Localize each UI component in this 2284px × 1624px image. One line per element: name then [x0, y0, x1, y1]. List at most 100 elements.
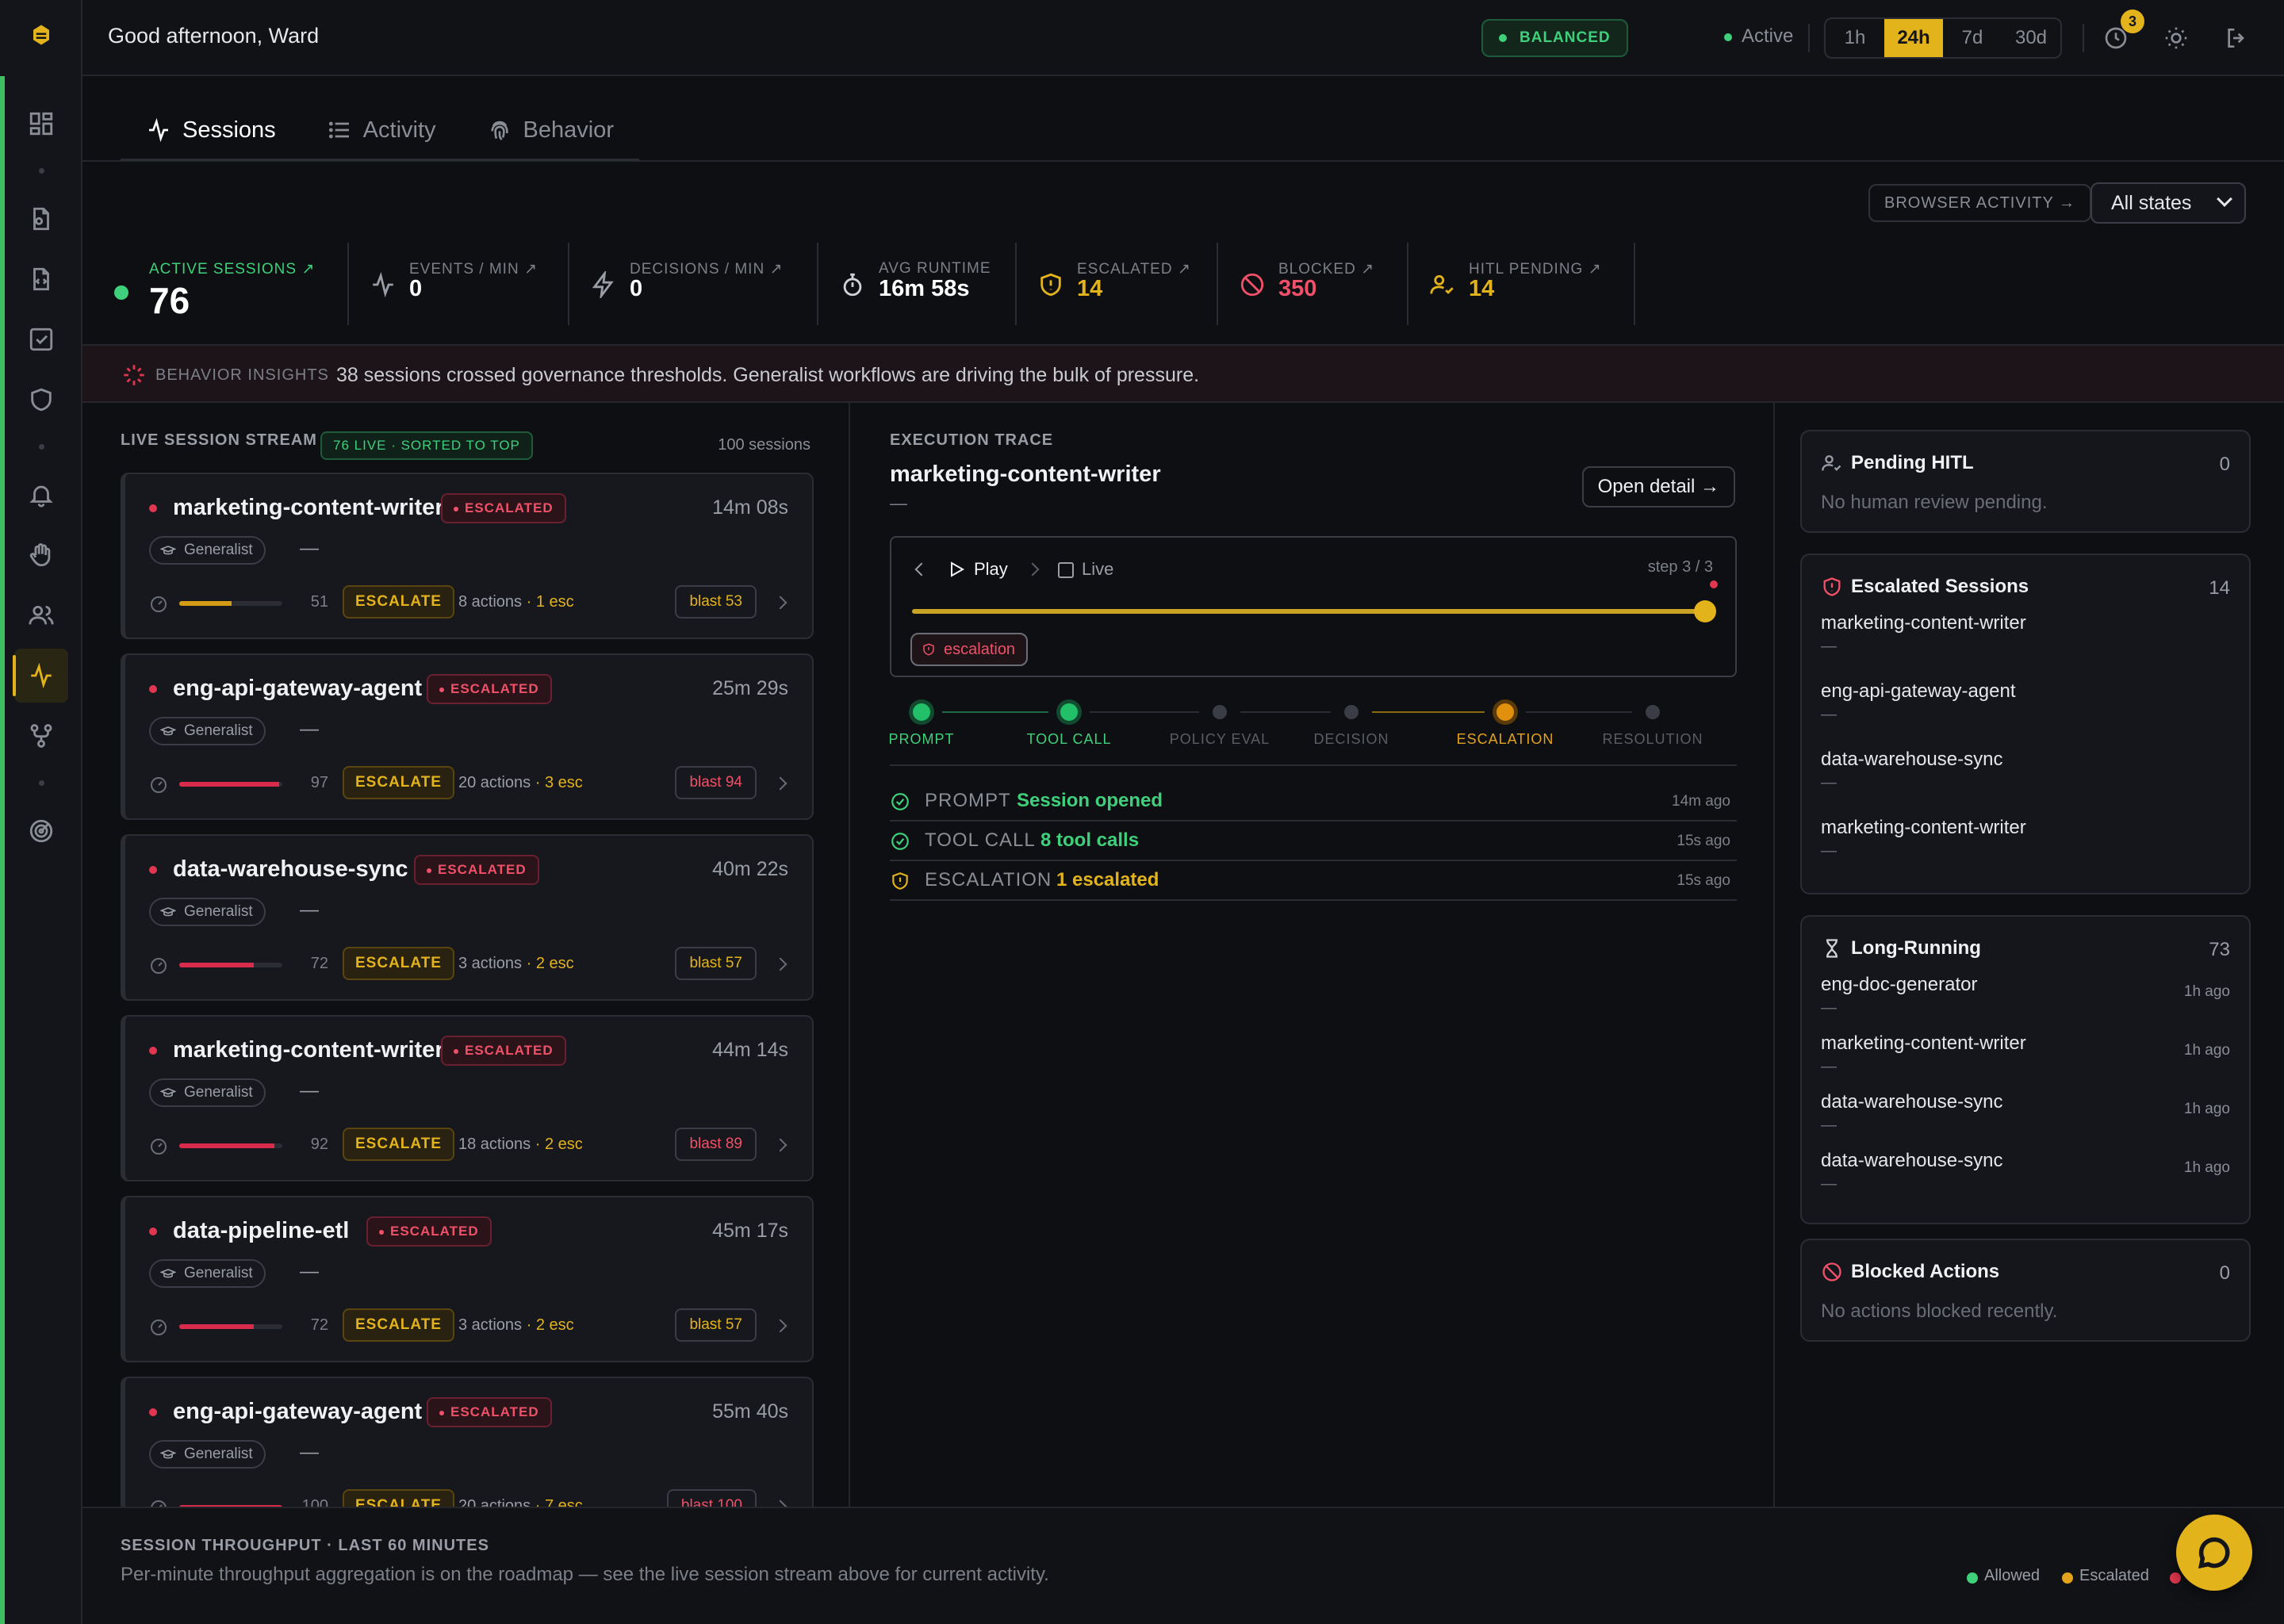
range-option-30d[interactable]: 30d	[2002, 19, 2060, 57]
chevron-right-icon[interactable]	[773, 596, 788, 610]
nav-radar-icon[interactable]	[24, 814, 59, 848]
next-step-icon[interactable]	[1025, 562, 1040, 576]
event-time: 15s ago	[1677, 833, 1730, 849]
mode-badge[interactable]: BALANCED	[1481, 19, 1628, 57]
nav-users-icon[interactable]	[24, 598, 59, 633]
chevron-right-icon[interactable]	[773, 957, 788, 971]
long-running-item[interactable]: data-warehouse-sync	[1821, 1150, 2002, 1172]
stage-node[interactable]	[1207, 699, 1232, 725]
state-filter-select[interactable]: All states	[2090, 182, 2246, 224]
nav-audit-icon[interactable]	[24, 201, 59, 236]
chip-label: escalation	[944, 641, 1016, 658]
app-logo[interactable]	[24, 17, 59, 52]
browser-activity-button[interactable]: BROWSER ACTIVITY →	[1868, 184, 2091, 222]
insights-label: BEHAVIOR INSIGHTS	[155, 366, 329, 384]
nav-workflow-icon[interactable]	[24, 718, 59, 753]
agent-type-pill: Generalist	[149, 717, 266, 745]
divider	[2083, 24, 2084, 52]
trace-event-row[interactable]: PROMPT Session opened 14m ago	[890, 782, 1737, 822]
agent-type-label: Generalist	[184, 903, 253, 920]
tab-behavior[interactable]: Behavior	[462, 102, 639, 159]
blocked-actions-card[interactable]: Blocked Actions 0 No actions blocked rec…	[1800, 1239, 2251, 1342]
escalated-session-item[interactable]: marketing-content-writer	[1821, 817, 2026, 839]
item-subtitle: —	[1821, 1175, 1837, 1193]
escalated-session-item[interactable]: eng-api-gateway-agent	[1821, 680, 2016, 703]
stage-node[interactable]	[1339, 699, 1364, 725]
stopwatch-icon	[839, 271, 866, 298]
play-button[interactable]: Play	[947, 552, 1008, 587]
nav-code-file-icon[interactable]	[24, 262, 59, 297]
stage-node[interactable]	[1640, 699, 1665, 725]
metric-active-sessions[interactable]: ACTIVE SESSIONS ↗ 76	[111, 243, 349, 325]
metric-events-per-min[interactable]: EVENTS / MIN ↗ 0	[349, 243, 569, 325]
gauge-icon	[149, 776, 168, 795]
stage-node[interactable]	[909, 699, 934, 725]
graduation-cap-icon	[160, 726, 176, 736]
chevron-right-icon[interactable]	[773, 1319, 788, 1333]
escalation-chip[interactable]: escalation	[910, 633, 1029, 666]
stage-label: DECISION	[1313, 731, 1389, 747]
nav-shield-icon[interactable]	[24, 382, 59, 417]
metric-decisions-per-min[interactable]: DECISIONS / MIN ↗ 0	[569, 243, 818, 325]
verdict-badge: ESCALATE	[343, 947, 454, 980]
trace-player: Play Live step 3 / 3 escalation	[890, 536, 1737, 677]
tab-activity[interactable]: Activity	[301, 102, 462, 159]
live-dot-icon	[114, 285, 128, 300]
metric-hitl-pending[interactable]: HITL PENDING ↗ 14	[1408, 243, 1635, 325]
escalated-session-item[interactable]: marketing-content-writer	[1821, 612, 2026, 634]
session-card[interactable]: marketing-content-writer ESCALATED 44m 14s…	[121, 1015, 814, 1182]
risk-bar	[179, 963, 282, 967]
session-name: eng-api-gateway-agent	[173, 1399, 423, 1424]
risk-bar-fill	[179, 601, 232, 606]
trace-event-row[interactable]: TOOL CALL 8 tool calls 15s ago	[890, 822, 1737, 861]
event-type: PROMPT	[925, 790, 1011, 811]
trace-scrubber[interactable]	[912, 600, 1716, 622]
escalated-session-item[interactable]: data-warehouse-sync	[1821, 749, 2002, 771]
tab-sessions[interactable]: Sessions	[121, 102, 301, 159]
theme-sun-icon[interactable]	[2159, 21, 2194, 56]
live-checkbox[interactable]: Live	[1058, 552, 1113, 587]
status-dot	[149, 504, 157, 512]
scrubber-handle[interactable]	[1694, 600, 1716, 622]
pending-hitl-card[interactable]: Pending HITL 0 No human review pending.	[1800, 430, 2251, 533]
session-card[interactable]: eng-api-gateway-agent ESCALATED 55m 40s Gen…	[121, 1377, 814, 1507]
status-badge: ESCALATED	[441, 493, 566, 523]
agent-type-pill: Generalist	[149, 1259, 266, 1288]
user-check-icon	[1429, 271, 1456, 298]
range-option-24h[interactable]: 24h	[1884, 19, 1943, 57]
stage-node[interactable]	[1056, 699, 1082, 725]
logout-icon[interactable]	[2219, 21, 2254, 56]
metric-label: ACTIVE SESSIONS ↗	[149, 261, 316, 278]
chevron-right-icon[interactable]	[773, 1138, 788, 1152]
session-runtime: 25m 29s	[712, 677, 788, 699]
metric-value: 0	[409, 276, 423, 301]
long-running-item[interactable]: marketing-content-writer	[1821, 1032, 2026, 1055]
chat-button[interactable]	[2176, 1515, 2252, 1591]
session-card[interactable]: marketing-content-writer ESCALATED 14m 08s…	[121, 473, 814, 639]
session-card[interactable]: data-pipeline-etl ESCALATED 45m 17s General…	[121, 1196, 814, 1362]
action-count: 20 actions	[458, 774, 531, 791]
range-option-1h[interactable]: 1h	[1826, 19, 1884, 57]
escalation-count: · 2 esc	[526, 1316, 574, 1334]
nav-hand-icon[interactable]	[24, 538, 59, 573]
metric-escalated[interactable]: ESCALATED ↗ 14	[1017, 243, 1218, 325]
session-card[interactable]: eng-api-gateway-agent ESCALATED 25m 29s Gen…	[121, 653, 814, 820]
nav-bell-icon[interactable]	[24, 477, 59, 512]
metric-blocked[interactable]: BLOCKED ↗ 350	[1218, 243, 1408, 325]
long-running-item[interactable]: data-warehouse-sync	[1821, 1091, 2002, 1113]
tab-label: Sessions	[182, 117, 276, 143]
session-card[interactable]: data-warehouse-sync ESCALATED 40m 22s Gener…	[121, 834, 814, 1001]
chevron-right-icon[interactable]	[773, 776, 788, 791]
stage-node[interactable]	[1493, 699, 1518, 725]
previous-step-icon[interactable]	[914, 562, 929, 576]
nav-sessions-icon[interactable]	[13, 649, 68, 703]
range-option-7d[interactable]: 7d	[1943, 19, 2002, 57]
long-running-item[interactable]: eng-doc-generator	[1821, 974, 1977, 996]
nav-tasks-icon[interactable]	[24, 322, 59, 357]
open-detail-button[interactable]: Open detail →	[1581, 466, 1735, 508]
trace-event-row[interactable]: ESCALATION 1 escalated 15s ago	[890, 861, 1737, 901]
nav-dashboard-icon[interactable]	[24, 106, 59, 141]
chevron-right-icon[interactable]	[773, 1500, 788, 1507]
shield-alert-icon	[1821, 576, 1843, 598]
status-badge: ESCALATED	[441, 1036, 566, 1066]
